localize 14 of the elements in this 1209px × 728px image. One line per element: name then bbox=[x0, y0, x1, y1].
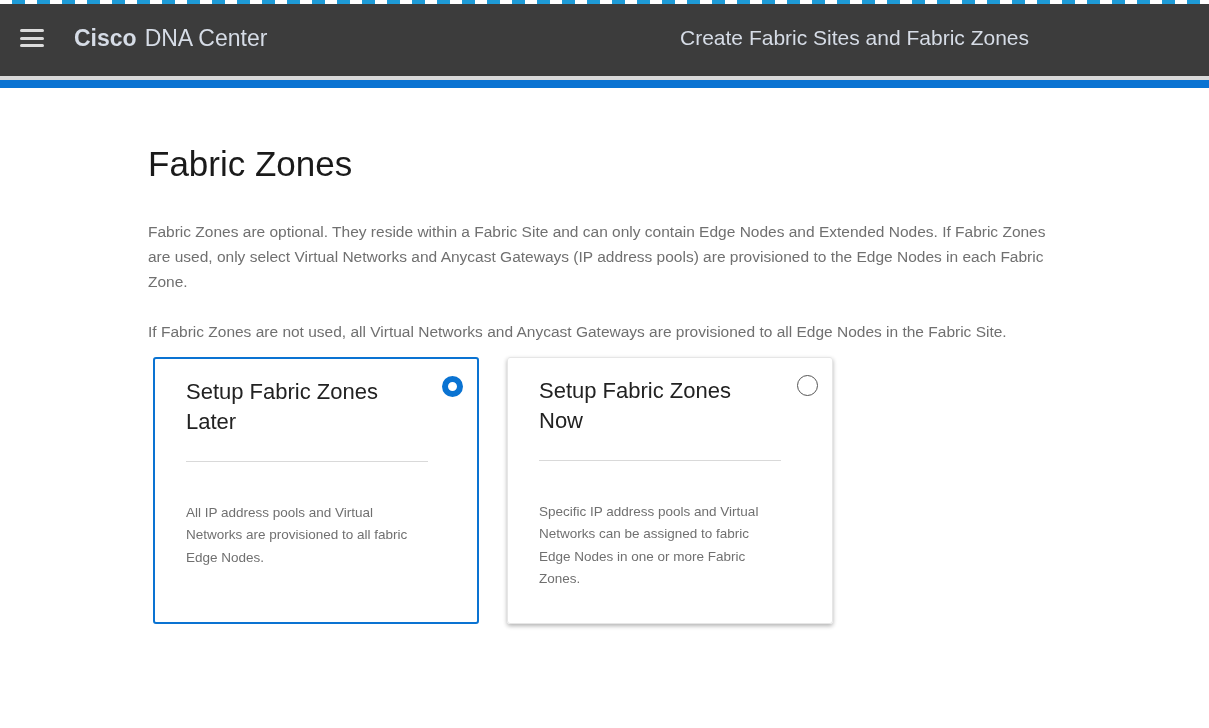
radio-button[interactable] bbox=[442, 375, 463, 397]
option-card[interactable]: Setup Fabric Zones Now Specific IP address pools and Virtual Networks can be assigned to fabric Edge Nodes in one or more Fabric Zones. bbox=[507, 356, 833, 624]
menu-icon[interactable] bbox=[20, 28, 44, 48]
option-description: All IP address pools and Virtual Networks are provisioned to all fabric Edge Nodes. bbox=[186, 503, 409, 567]
description-text: If Fabric Zones are not used, all Virtual Networks and Anycast Gateways are provisioned to all Edge Nodes in the Fabric Site. bbox=[148, 321, 1008, 342]
option-title: Setup Fabric Zones Later bbox=[186, 377, 379, 436]
description-text: Fabric Zones are optional. They reside within a Fabric Site and can only contain Edge Nodes and Extended Nodes. If Fabric Zones are used, only select Virtual Networks and Anycast Gateways (IP address pools) are provisioned to the Edge Nodes in each Fabric Zone. bbox=[148, 221, 1047, 292]
section-heading: Fabric Zones bbox=[148, 143, 354, 185]
product-name: DNA Center bbox=[144, 23, 268, 53]
page-title: Create Fabric Sites and Fabric Zones bbox=[680, 25, 1029, 52]
brand-name: Cisco bbox=[74, 23, 137, 53]
option-description: Specific IP address pools and Virtual Networks can be assigned to fabric Edge Nodes in one or more Fabric Zones. bbox=[539, 502, 760, 588]
option-card[interactable]: Setup Fabric Zones Later All IP address pools and Virtual Networks are provisioned to all fabric Edge Nodes. bbox=[153, 356, 479, 624]
option-title: Setup Fabric Zones Now bbox=[539, 376, 732, 435]
